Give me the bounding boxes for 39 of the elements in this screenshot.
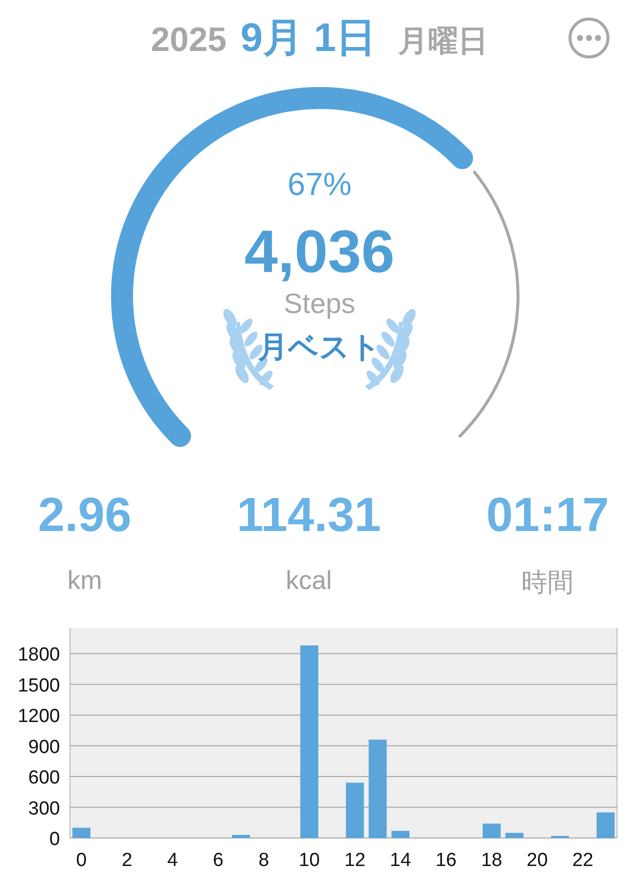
y-tick-label: 900 bbox=[28, 736, 60, 758]
y-tick-label: 1800 bbox=[18, 644, 60, 666]
bar bbox=[346, 782, 364, 838]
x-tick-label: 0 bbox=[76, 850, 87, 871]
monthly-best-label: 月ベスト bbox=[258, 330, 381, 366]
x-tick-label: 22 bbox=[572, 850, 594, 871]
step-count: 4,036 bbox=[244, 217, 395, 286]
stat-value: 01:17 bbox=[486, 488, 609, 543]
x-tick-label: 2 bbox=[122, 850, 132, 871]
weekday: 月曜日 bbox=[398, 24, 488, 60]
bar bbox=[505, 832, 524, 838]
stat-value: 2.96 bbox=[38, 488, 132, 543]
x-tick-label: 12 bbox=[344, 850, 366, 871]
x-tick-label: 8 bbox=[258, 850, 270, 871]
y-tick-label: 600 bbox=[28, 768, 60, 789]
bar bbox=[232, 834, 250, 838]
x-tick-label: 6 bbox=[212, 850, 224, 871]
y-tick-label: 0 bbox=[49, 829, 60, 850]
bar bbox=[551, 836, 570, 838]
x-tick-label: 16 bbox=[436, 850, 457, 871]
date: 9月 1日 bbox=[240, 15, 376, 62]
stat-label: kcal bbox=[286, 565, 332, 596]
bar bbox=[482, 824, 501, 838]
x-tick-label: 10 bbox=[298, 850, 320, 871]
stat-label: 時間 bbox=[522, 566, 574, 599]
x-tick-label: 18 bbox=[481, 850, 502, 871]
steps-label: Steps bbox=[284, 288, 356, 320]
more-icon[interactable] bbox=[567, 16, 611, 60]
bar bbox=[596, 812, 615, 838]
x-tick-label: 14 bbox=[390, 850, 412, 871]
stat-value: 114.31 bbox=[236, 488, 381, 543]
x-tick-label: 4 bbox=[167, 850, 178, 871]
y-tick-label: 1200 bbox=[18, 706, 60, 728]
y-tick-label: 1500 bbox=[18, 675, 60, 696]
x-tick-label: 20 bbox=[526, 850, 548, 871]
year: 2025 bbox=[150, 21, 227, 60]
percent: 67% bbox=[287, 166, 352, 203]
y-tick-label: 300 bbox=[28, 798, 60, 820]
stat-label: km bbox=[67, 565, 102, 596]
